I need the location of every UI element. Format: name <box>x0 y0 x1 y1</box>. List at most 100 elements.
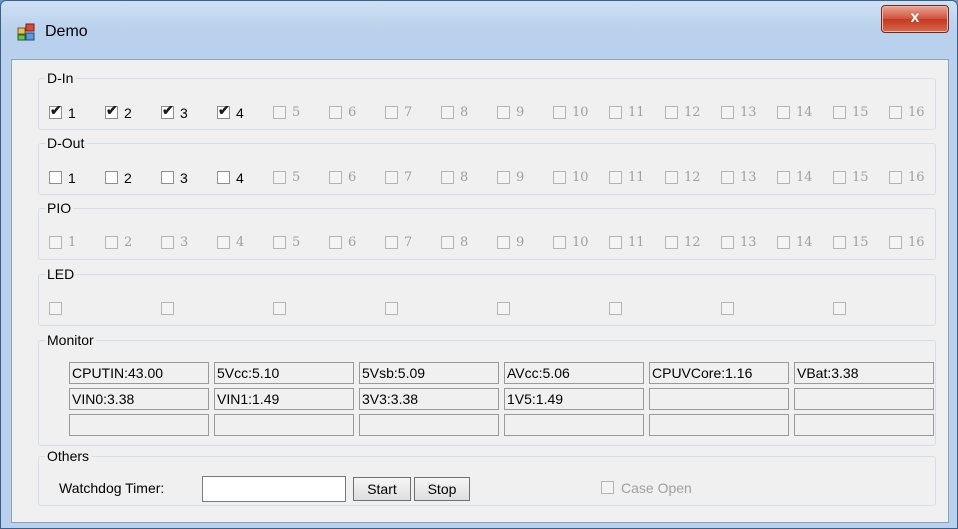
pio-checkbox-13[interactable] <box>721 236 734 249</box>
pio-label-13: 13 <box>740 235 757 250</box>
dout-label-1: 1 <box>68 170 76 186</box>
monitor-value-r2c6 <box>794 388 934 410</box>
dout-label-6: 6 <box>348 170 357 185</box>
pio-label-4: 4 <box>236 235 245 250</box>
monitor-value-r1c2: 5Vcc:5.10 <box>214 362 354 384</box>
pio-checkbox-4[interactable] <box>217 236 230 249</box>
led-checkbox-7[interactable] <box>721 302 734 315</box>
din-label-6: 6 <box>348 105 357 120</box>
check-mark-icon: ✔ <box>106 102 118 118</box>
dout-checkbox-14[interactable] <box>777 171 790 184</box>
din-checkbox-2[interactable]: ✔ <box>105 102 118 119</box>
din-checkbox-9[interactable] <box>497 106 510 119</box>
din-checkbox-5[interactable] <box>273 106 286 119</box>
din-label-10: 10 <box>572 105 589 120</box>
led-checkbox-1[interactable] <box>49 302 62 315</box>
dout-checkbox-8[interactable] <box>441 171 454 184</box>
din-label-13: 13 <box>740 105 757 120</box>
pio-checkbox-9[interactable] <box>497 236 510 249</box>
din-checkbox-4[interactable]: ✔ <box>217 102 230 119</box>
monitor-value-r1c3: 5Vsb:5.09 <box>359 362 499 384</box>
dout-checkbox-15[interactable] <box>833 171 846 184</box>
led-checkbox-3[interactable] <box>273 302 286 315</box>
dout-checkbox-3[interactable] <box>161 171 174 184</box>
din-checkbox-1[interactable]: ✔ <box>49 103 62 119</box>
monitor-value-r3c4 <box>504 414 644 436</box>
watchdog-timer-input[interactable] <box>202 476 346 502</box>
close-button[interactable]: x <box>881 5 949 33</box>
din-checkbox-8[interactable] <box>441 106 454 119</box>
start-button[interactable]: Start <box>353 477 411 501</box>
pio-label-3: 3 <box>180 235 189 250</box>
din-label-15: 15 <box>852 105 869 120</box>
monitor-value-r2c5 <box>649 388 789 410</box>
pio-checkbox-2[interactable] <box>105 236 118 249</box>
pio-label-8: 8 <box>460 235 469 250</box>
pio-checkbox-12[interactable] <box>665 236 678 249</box>
din-label-9: 9 <box>516 105 525 120</box>
dout-checkbox-9[interactable] <box>497 171 510 184</box>
demo-window: Demo x D-In ✔ 1 ✔ 2 ✔ 3 ✔ 4 5 6 7 8 9 10 11 12 13 14 15 16 … <box>0 0 958 529</box>
dout-checkbox-16[interactable] <box>889 171 902 184</box>
pio-label-15: 15 <box>852 235 869 250</box>
din-checkbox-3[interactable]: ✔ <box>161 103 174 119</box>
led-checkbox-5[interactable] <box>497 302 510 315</box>
din-checkbox-12[interactable] <box>665 106 678 119</box>
pio-checkbox-7[interactable] <box>385 236 398 249</box>
din-label-4: 4 <box>236 105 244 121</box>
pio-legend: PIO <box>47 200 72 216</box>
dout-checkbox-10[interactable] <box>553 171 566 184</box>
monitor-value-r2c2: VIN1:1.49 <box>214 388 354 410</box>
pio-checkbox-16[interactable] <box>889 236 902 249</box>
din-group: D-In ✔ 1 ✔ 2 ✔ 3 ✔ 4 5 6 7 8 9 10 11 12 13 14 15 16 <box>38 70 936 130</box>
monitor-value-r2c1: VIN0:3.38 <box>69 388 209 410</box>
din-label-3: 3 <box>180 105 188 121</box>
dout-checkbox-7[interactable] <box>385 171 398 184</box>
din-checkbox-14[interactable] <box>777 106 790 119</box>
led-checkbox-6[interactable] <box>609 302 622 315</box>
monitor-value-r3c3 <box>359 414 499 436</box>
case-open-label: Case Open <box>621 480 692 496</box>
din-checkbox-7[interactable] <box>385 106 398 119</box>
pio-checkbox-15[interactable] <box>833 236 846 249</box>
pio-checkbox-3[interactable] <box>161 236 174 249</box>
dout-checkbox-6[interactable] <box>329 171 342 184</box>
dout-label-12: 12 <box>684 170 701 185</box>
din-checkbox-15[interactable] <box>833 106 846 119</box>
monitor-legend: Monitor <box>47 332 94 348</box>
pio-label-10: 10 <box>572 235 589 250</box>
din-label-2: 2 <box>124 105 132 121</box>
dout-checkbox-4[interactable] <box>217 171 230 184</box>
case-open-checkbox[interactable] <box>601 481 614 494</box>
din-checkbox-13[interactable] <box>721 106 734 119</box>
stop-button[interactable]: Stop <box>414 477 470 501</box>
din-checkbox-16[interactable] <box>889 106 902 119</box>
pio-checkbox-8[interactable] <box>441 236 454 249</box>
pio-checkbox-10[interactable] <box>553 236 566 249</box>
din-label-11: 11 <box>628 105 645 120</box>
led-checkbox-4[interactable] <box>385 302 398 315</box>
led-legend: LED <box>47 266 75 282</box>
dout-checkbox-13[interactable] <box>721 171 734 184</box>
din-label-16: 16 <box>908 105 925 120</box>
pio-checkbox-5[interactable] <box>273 236 286 249</box>
din-checkbox-10[interactable] <box>553 106 566 119</box>
din-checkbox-6[interactable] <box>329 106 342 119</box>
dout-checkbox-1[interactable] <box>49 171 62 184</box>
pio-label-12: 12 <box>684 235 701 250</box>
dout-checkbox-11[interactable] <box>609 171 622 184</box>
title-bar[interactable]: Demo x <box>1 1 957 59</box>
pio-checkbox-11[interactable] <box>609 236 622 249</box>
din-checkbox-11[interactable] <box>609 106 622 119</box>
pio-checkbox-14[interactable] <box>777 236 790 249</box>
dout-checkbox-12[interactable] <box>665 171 678 184</box>
pio-checkbox-1[interactable] <box>49 236 62 249</box>
led-checkbox-8[interactable] <box>833 302 846 315</box>
dout-checkbox-5[interactable] <box>273 171 286 184</box>
pio-checkbox-6[interactable] <box>329 236 342 249</box>
dout-label-4: 4 <box>236 170 244 186</box>
check-mark-icon: ✔ <box>218 102 230 118</box>
dout-checkbox-2[interactable] <box>105 171 118 184</box>
led-checkbox-2[interactable] <box>161 302 174 315</box>
monitor-value-r1c4: AVcc:5.06 <box>504 362 644 384</box>
